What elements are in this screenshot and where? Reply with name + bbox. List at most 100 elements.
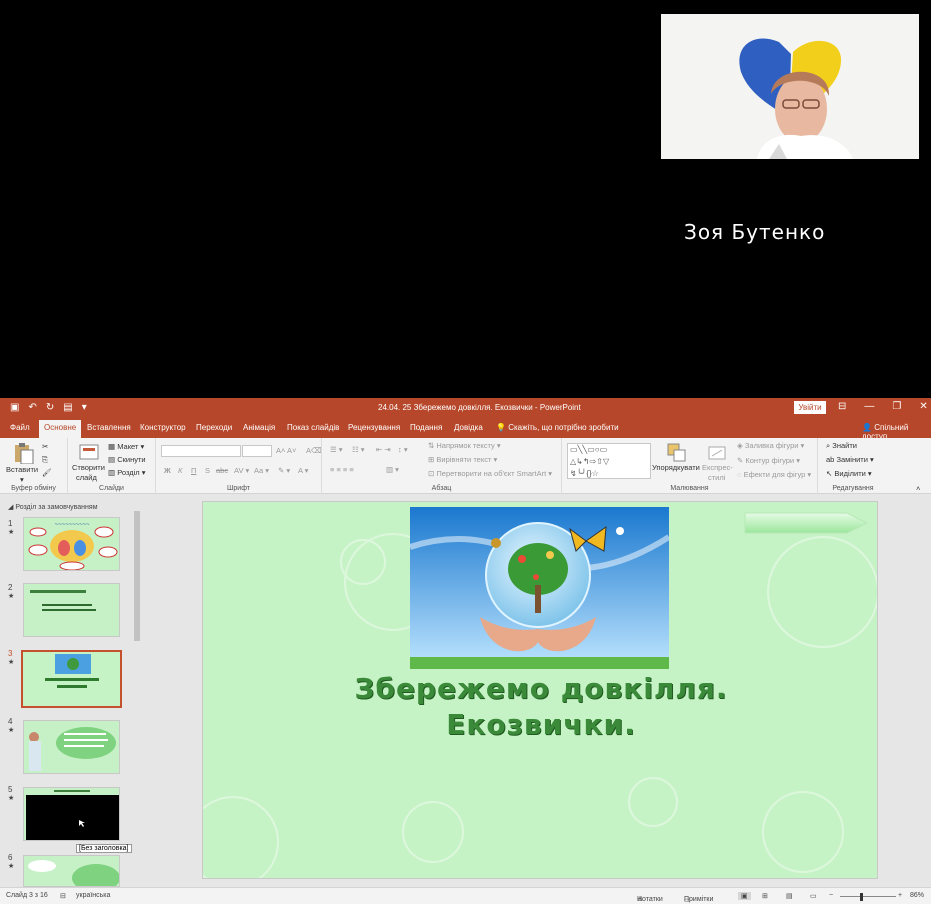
format-painter-icon[interactable]: 🖌	[42, 468, 52, 477]
slide-thumbnail-1[interactable]: ~~~~~~~~~~	[23, 517, 120, 571]
quick-access-toolbar: ▣ ↶ ↻ ▤ ▾	[10, 402, 87, 413]
grow-font-icon[interactable]: A˄ A˅	[276, 446, 296, 455]
section-header[interactable]: ◢ Розділ за замовчуванням	[8, 503, 98, 511]
new-slide-label2: слайд	[76, 473, 97, 482]
section-name: Розділ за замовчуванням	[15, 504, 98, 511]
clear-format-icon[interactable]: A⌫	[306, 446, 322, 455]
zoom-slider-thumb[interactable]	[860, 893, 863, 901]
new-slide-icon[interactable]	[78, 442, 100, 462]
slide-thumbnail-5[interactable]	[23, 787, 120, 841]
tab-design[interactable]: Конструктор	[140, 423, 186, 432]
current-slide[interactable]: Збережемо довкілля. Екозвички.	[202, 501, 878, 879]
minimize-button[interactable]: —	[864, 401, 874, 412]
thumb-number: 5	[8, 785, 13, 794]
indent-icons[interactable]: ⇤ ⇥	[376, 445, 391, 454]
cut-icon[interactable]: ✂	[42, 442, 48, 451]
redo-icon[interactable]: ↻	[46, 402, 54, 413]
font-size-dropdown[interactable]	[242, 445, 272, 457]
tab-view[interactable]: Подання	[410, 423, 442, 432]
tab-insert[interactable]: Вставлення	[87, 423, 131, 432]
normal-view-icon[interactable]: ▣	[738, 892, 751, 900]
bullets-icon[interactable]: ☰ ▾	[330, 445, 343, 454]
shadow-button[interactable]: S	[205, 466, 210, 475]
restore-button[interactable]: ❐	[892, 401, 901, 412]
slide-thumbnail-4[interactable]	[23, 720, 120, 774]
slide-title-line1[interactable]: Збережемо довкілля.	[203, 672, 877, 705]
replace-button[interactable]: ab Замінити ▾	[826, 455, 874, 464]
bold-button[interactable]: Ж	[164, 466, 171, 475]
reset-button[interactable]: ▤ Скинути	[108, 455, 146, 464]
tab-slideshow[interactable]: Показ слайдів	[287, 423, 339, 432]
tell-me-search[interactable]: 💡 Скажіть, що потрібно зробити	[496, 423, 619, 432]
align-buttons[interactable]: ≡ ≡ ≡ ≡	[330, 465, 354, 474]
shape-outline-button[interactable]: ✎ Контур фігури ▾	[737, 456, 800, 465]
slide-thumbnail-2[interactable]	[23, 583, 120, 637]
shape-fill-button[interactable]: ◈ Заливка фігури ▾	[737, 441, 804, 450]
spellcheck-icon[interactable]: ⊟	[60, 892, 66, 900]
slide-thumbnail-3[interactable]	[21, 650, 122, 708]
quick-styles-button[interactable]: Експрес-	[702, 463, 733, 472]
slideshow-view-icon[interactable]: ▭	[810, 892, 817, 900]
smartart-button[interactable]: ⊡ Перетворити на об'єкт SmartArt ▾	[428, 469, 552, 478]
arrange-button[interactable]: Упорядкувати	[652, 463, 700, 472]
change-case-icon[interactable]: Aa ▾	[254, 466, 269, 475]
undo-icon[interactable]: ↶	[28, 402, 36, 413]
paste-icon[interactable]	[12, 442, 34, 464]
tab-home[interactable]: Основне	[39, 420, 82, 438]
tab-transitions[interactable]: Переходи	[196, 423, 232, 432]
zoom-out-button[interactable]: −	[829, 892, 833, 899]
numbering-icon[interactable]: ☷ ▾	[352, 445, 365, 454]
zoom-in-button[interactable]: +	[898, 892, 902, 899]
slide-title-line2[interactable]: Екозвички.	[203, 708, 877, 741]
participant-video[interactable]	[661, 14, 919, 159]
strikethrough-button[interactable]: abc	[216, 466, 228, 475]
text-direction-button[interactable]: ⇅ Напрямок тексту ▾	[428, 441, 501, 450]
font-name-dropdown[interactable]	[161, 445, 241, 457]
smartart-label: Перетворити на об'єкт SmartArt	[436, 469, 547, 478]
new-slide-button[interactable]: Створити	[72, 463, 105, 472]
close-button[interactable]: ✕	[919, 401, 927, 412]
shape-effects-button[interactable]: ◌ Ефекти для фігур ▾	[737, 470, 811, 479]
customize-qat-icon[interactable]: ▾	[82, 402, 87, 413]
align-text-button[interactable]: ⊞ Вирівняти текст ▾	[428, 455, 497, 464]
select-button[interactable]: ↖ Виділити ▾	[826, 469, 872, 478]
tab-help[interactable]: Довідка	[454, 423, 483, 432]
scrollbar-thumb[interactable]	[134, 511, 140, 641]
collapse-ribbon-icon[interactable]: ˄	[916, 484, 920, 493]
present-icon[interactable]: ▤	[63, 402, 72, 413]
arrow-shape[interactable]	[743, 510, 869, 536]
paste-dropdown-icon[interactable]: ▾	[20, 475, 24, 484]
window-controls: ⊟ — ❐ ✕	[838, 401, 928, 412]
slide-thumbnail-6[interactable]	[23, 855, 120, 887]
thumbnails-scrollbar[interactable]	[133, 503, 141, 887]
editing-group: ⌕ Знайти ab Замінити ▾ ↖ Виділити ▾ Реда…	[818, 438, 888, 494]
shapes-gallery[interactable]: ▭╲╲▭○▭ △↳↰⇨⇧▽ ↯╰╯{}☆	[567, 443, 651, 479]
highlight-icon[interactable]: ✎ ▾	[278, 466, 290, 475]
underline-button[interactable]: П	[191, 466, 196, 475]
font-color-icon[interactable]: A ▾	[298, 466, 308, 475]
layout-button[interactable]: ▦ Макет ▾	[108, 442, 144, 451]
paste-button[interactable]: Вставити	[6, 465, 38, 474]
char-spacing-icon[interactable]: AV ▾	[234, 466, 249, 475]
tab-animations[interactable]: Анімація	[243, 423, 275, 432]
powerpoint-window: ▣ ↶ ↻ ▤ ▾ 24.04. 25 Збережемо довкілля. …	[0, 398, 931, 904]
ribbon-display-icon[interactable]: ⊟	[838, 401, 846, 412]
zoom-slider[interactable]	[840, 896, 896, 897]
arrange-icon[interactable]	[666, 442, 688, 464]
save-icon[interactable]: ▣	[10, 402, 19, 413]
title-bar: ▣ ↶ ↻ ▤ ▾ 24.04. 25 Збережемо довкілля. …	[0, 398, 931, 418]
login-button[interactable]: Увійти	[794, 401, 826, 414]
section-button[interactable]: ▥ Розділ ▾	[108, 468, 146, 477]
reading-view-icon[interactable]: ▤	[786, 892, 793, 900]
italic-button[interactable]: К	[178, 466, 182, 475]
slide-sorter-icon[interactable]: ⊞	[762, 892, 768, 900]
language-label[interactable]: українська	[76, 892, 110, 899]
columns-icon[interactable]: ▥ ▾	[386, 465, 399, 474]
line-spacing-icon[interactable]: ↕ ▾	[398, 445, 408, 454]
find-button[interactable]: ⌕ Знайти	[826, 441, 857, 451]
tab-review[interactable]: Рецензування	[348, 423, 400, 432]
zoom-level[interactable]: 86%	[910, 892, 924, 899]
quick-styles-icon[interactable]	[706, 442, 728, 464]
tab-file[interactable]: Файл	[10, 423, 30, 432]
copy-icon[interactable]: ⎘	[42, 455, 48, 465]
